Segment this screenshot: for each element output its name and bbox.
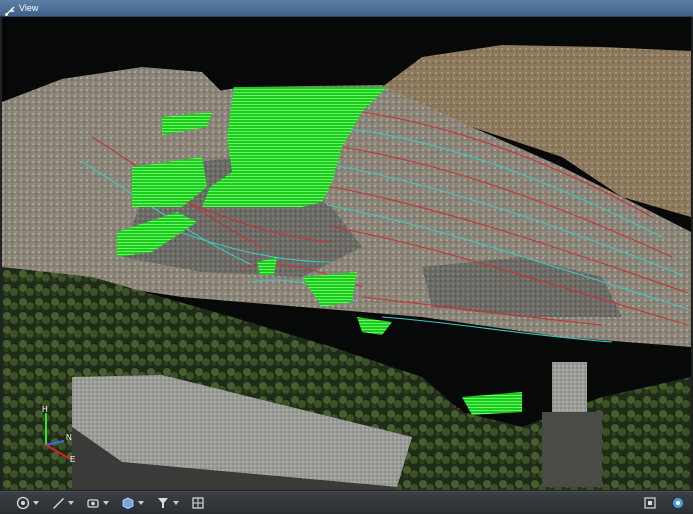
screenshot-icon: [673, 498, 683, 508]
axis-up-label: H: [42, 405, 48, 414]
filter-button[interactable]: [156, 494, 179, 512]
axis-north-label: N: [66, 433, 72, 442]
brush-icon: [53, 498, 64, 509]
chevron-down-icon: [103, 501, 109, 505]
view-window-icon: [4, 2, 16, 16]
tower-structure: [552, 362, 587, 412]
brush-button[interactable]: [51, 494, 74, 512]
render-mode-icon: [16, 496, 30, 510]
view-window: View H N E: [0, 0, 693, 514]
view-toolbar: [0, 491, 693, 514]
chevron-down-icon: [33, 501, 39, 505]
cube-view-button[interactable]: [121, 494, 144, 512]
screenshot-button[interactable]: [671, 494, 685, 512]
grid-select-button[interactable]: [191, 494, 205, 512]
render-mode-button[interactable]: [16, 494, 39, 512]
camera-icon: [87, 499, 99, 508]
chevron-down-icon: [68, 501, 74, 505]
chevron-down-icon: [173, 501, 179, 505]
chevron-down-icon: [138, 501, 144, 505]
camera-button[interactable]: [86, 494, 109, 512]
fit-view-button[interactable]: [643, 494, 657, 512]
axis-east-label: E: [70, 455, 76, 464]
point-cloud-viewport[interactable]: H N E: [2, 17, 691, 490]
view-title: View: [19, 3, 39, 13]
fit-view-icon: [644, 497, 656, 509]
view-titlebar: View: [0, 0, 693, 17]
axis-triad: H N E: [36, 405, 80, 465]
grid-select-icon: [192, 497, 204, 509]
cube-view-icon: [122, 497, 134, 509]
filter-icon: [158, 498, 168, 508]
